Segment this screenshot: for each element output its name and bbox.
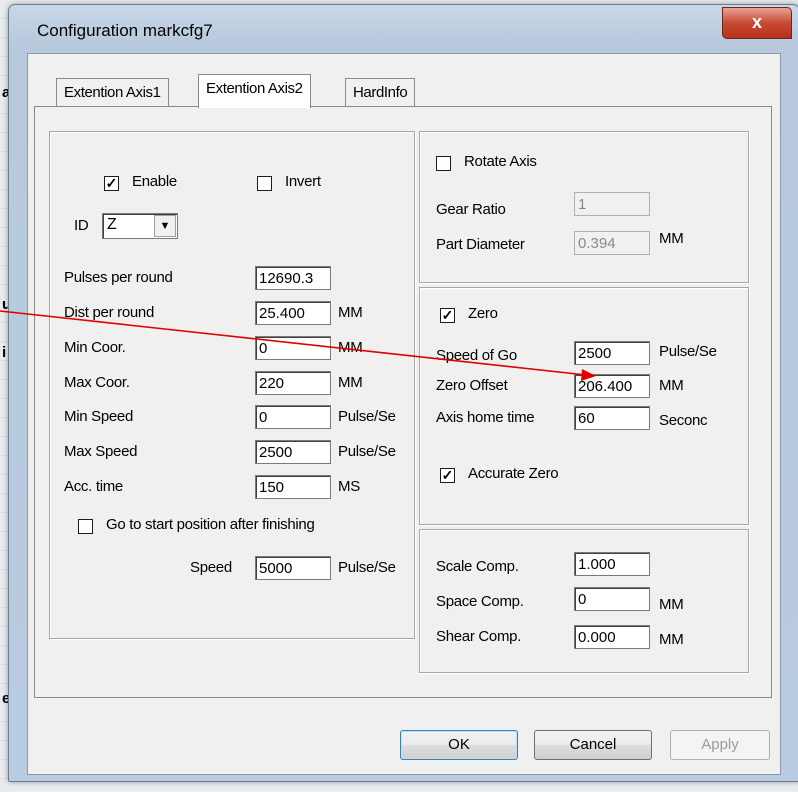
annotation-arrow-line xyxy=(0,310,587,376)
tab-extention-axis2[interactable]: Extention Axis2 xyxy=(198,74,311,108)
annotation-arrow xyxy=(0,310,596,381)
arrow-head-icon xyxy=(581,369,596,381)
